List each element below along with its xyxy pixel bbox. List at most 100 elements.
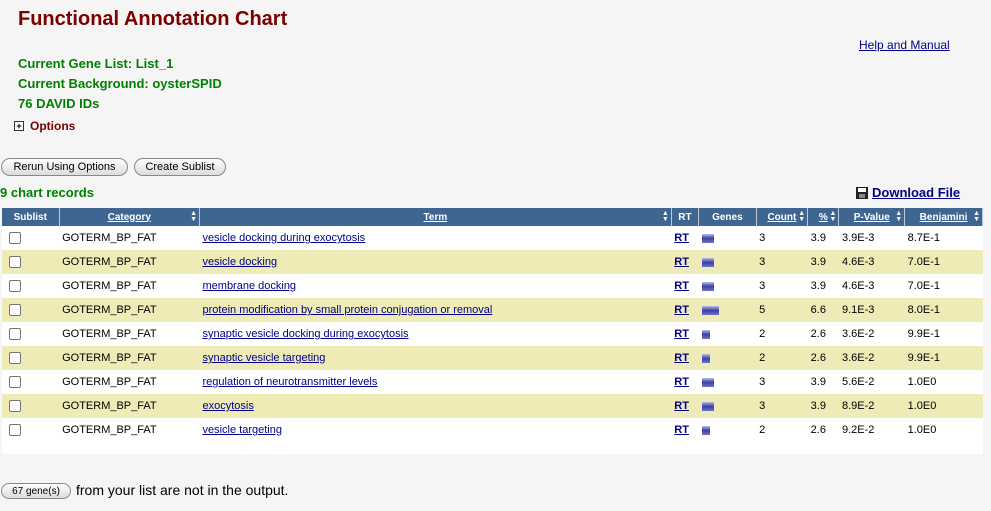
- benjamini-cell: 1.0E0: [907, 424, 937, 436]
- sublist-checkbox[interactable]: [9, 400, 21, 412]
- rt-link[interactable]: RT: [674, 280, 689, 292]
- count-cell: 3: [759, 232, 766, 244]
- col-genes: Genes: [698, 208, 757, 226]
- term-link[interactable]: synaptic vesicle docking during exocytos…: [203, 328, 409, 340]
- category-cell: GOTERM_BP_FAT: [62, 328, 157, 340]
- genes-bar-icon[interactable]: [701, 233, 714, 243]
- sort-icon: ▲ ▼: [661, 210, 669, 223]
- pvalue-cell: 3.9E-3: [841, 232, 875, 244]
- col-count[interactable]: Count ▲ ▼: [756, 208, 809, 226]
- table-spacer: [2, 442, 983, 454]
- term-link[interactable]: vesicle targeting: [203, 424, 283, 436]
- annotation-table: Sublist Category ▲ ▼ Term ▲ ▼ RT Genes Count…: [2, 208, 983, 454]
- download-file-link[interactable]: Download File: [856, 185, 960, 200]
- benjamini-cell: 1.0E0: [907, 376, 937, 388]
- sublist-checkbox[interactable]: [9, 376, 21, 388]
- term-link[interactable]: protein modification by small protein co…: [203, 304, 493, 316]
- count-cell: 2: [759, 328, 766, 340]
- percent-cell: 3.9: [810, 232, 826, 244]
- rt-link[interactable]: RT: [674, 328, 689, 340]
- sublist-checkbox[interactable]: [9, 304, 21, 316]
- col-percent[interactable]: % ▲ ▼: [807, 208, 840, 226]
- sort-icon: ▲ ▼: [190, 210, 197, 223]
- category-cell: GOTERM_BP_FAT: [62, 232, 157, 244]
- col-term[interactable]: Term ▲ ▼: [199, 208, 672, 226]
- rerun-options-button[interactable]: Rerun Using Options: [1, 158, 128, 176]
- pvalue-cell: 4.6E-3: [841, 280, 875, 292]
- table-row: GOTERM_BP_FAT vesicle docking during exo…: [2, 226, 983, 250]
- percent-cell: 3.9: [810, 376, 826, 388]
- pvalue-cell: 8.9E-2: [838, 394, 905, 418]
- chart-records-count: 9 chart records: [0, 185, 94, 200]
- download-file-label: Download File: [872, 185, 961, 200]
- count-cell: 3: [756, 394, 808, 418]
- genes-bar-icon[interactable]: [701, 425, 710, 435]
- count-cell: 5: [756, 298, 808, 322]
- rt-link[interactable]: RT: [674, 424, 689, 436]
- sublist-checkbox[interactable]: [9, 256, 21, 268]
- benjamini-cell: 8.0E-1: [904, 298, 983, 322]
- genes-bar-icon[interactable]: [701, 329, 710, 339]
- rt-link[interactable]: RT: [674, 376, 689, 388]
- rt-link[interactable]: RT: [674, 304, 689, 316]
- sublist-checkbox[interactable]: [9, 280, 21, 292]
- term-link[interactable]: membrane docking: [203, 280, 297, 292]
- help-link[interactable]: Help and Manual: [859, 38, 950, 52]
- col-pvalue[interactable]: P-Value ▲ ▼: [838, 208, 906, 226]
- sort-icon: ▲ ▼: [798, 210, 806, 223]
- genes-bar-icon[interactable]: [701, 281, 714, 291]
- benjamini-cell: 7.0E-1: [904, 250, 983, 274]
- create-sublist-button[interactable]: Create Sublist: [134, 158, 226, 176]
- rt-link[interactable]: RT: [674, 256, 689, 268]
- options-toggle[interactable]: + Options: [14, 119, 75, 133]
- pvalue-cell: 5.6E-2: [841, 376, 875, 388]
- genes-bar-icon[interactable]: [701, 305, 719, 315]
- rt-link[interactable]: RT: [674, 232, 689, 244]
- category-cell: GOTERM_BP_FAT: [59, 250, 200, 274]
- benjamini-cell: 9.9E-1: [904, 346, 983, 370]
- david-ids-count: 76 DAVID IDs: [18, 96, 100, 111]
- genes-bar-icon[interactable]: [701, 401, 714, 411]
- percent-cell: 3.9: [810, 280, 826, 292]
- pvalue-cell: 3.6E-2: [838, 346, 905, 370]
- pvalue-cell: 3.6E-2: [841, 328, 875, 340]
- genes-bar-icon[interactable]: [701, 257, 714, 267]
- benjamini-cell: 7.0E-1: [907, 280, 941, 292]
- rt-link[interactable]: RT: [674, 352, 689, 364]
- genes-bar-icon[interactable]: [701, 353, 710, 363]
- percent-cell: 6.6: [807, 298, 839, 322]
- term-link[interactable]: regulation of neurotransmitter levels: [203, 376, 378, 388]
- category-cell: GOTERM_BP_FAT: [59, 394, 200, 418]
- table-row: GOTERM_BP_FAT membrane docking RT 3 3.9 …: [2, 274, 983, 298]
- genes-bar-icon[interactable]: [701, 377, 714, 387]
- category-cell: GOTERM_BP_FAT: [59, 346, 200, 370]
- col-category[interactable]: Category ▲ ▼: [59, 208, 201, 226]
- term-link[interactable]: vesicle docking during exocytosis: [203, 232, 366, 244]
- col-sublist: Sublist: [2, 208, 60, 226]
- sublist-checkbox[interactable]: [9, 232, 21, 244]
- term-link[interactable]: synaptic vesicle targeting: [203, 352, 326, 364]
- table-row: GOTERM_BP_FAT regulation of neurotransmi…: [2, 370, 983, 394]
- count-cell: 3: [759, 280, 766, 292]
- category-cell: GOTERM_BP_FAT: [62, 424, 157, 436]
- floppy-disk-icon: [856, 186, 868, 199]
- count-cell: 3: [756, 250, 808, 274]
- count-cell: 2: [756, 346, 808, 370]
- table-header: Sublist Category ▲ ▼ Term ▲ ▼ RT Genes Count…: [2, 208, 983, 226]
- pvalue-cell: 9.1E-3: [838, 298, 905, 322]
- rt-link[interactable]: RT: [674, 400, 689, 412]
- col-benjamini[interactable]: Benjamini ▲ ▼: [904, 208, 983, 226]
- sublist-checkbox[interactable]: [9, 352, 21, 364]
- percent-cell: 2.6: [810, 328, 826, 340]
- page-title: Functional Annotation Chart: [18, 8, 288, 30]
- term-link[interactable]: exocytosis: [203, 400, 254, 412]
- options-label: Options: [30, 119, 76, 133]
- term-link[interactable]: vesicle docking: [203, 256, 278, 268]
- expand-icon: +: [14, 121, 24, 131]
- sublist-checkbox[interactable]: [9, 424, 21, 436]
- table-row: GOTERM_BP_FAT exocytosis RT 3 3.9 8.9E-2…: [2, 394, 983, 418]
- category-cell: GOTERM_BP_FAT: [62, 376, 157, 388]
- genes-not-in-output-button[interactable]: 67 gene(s): [1, 483, 71, 499]
- table-row: GOTERM_BP_FAT synaptic vesicle targeting…: [2, 346, 983, 370]
- sublist-checkbox[interactable]: [9, 328, 21, 340]
